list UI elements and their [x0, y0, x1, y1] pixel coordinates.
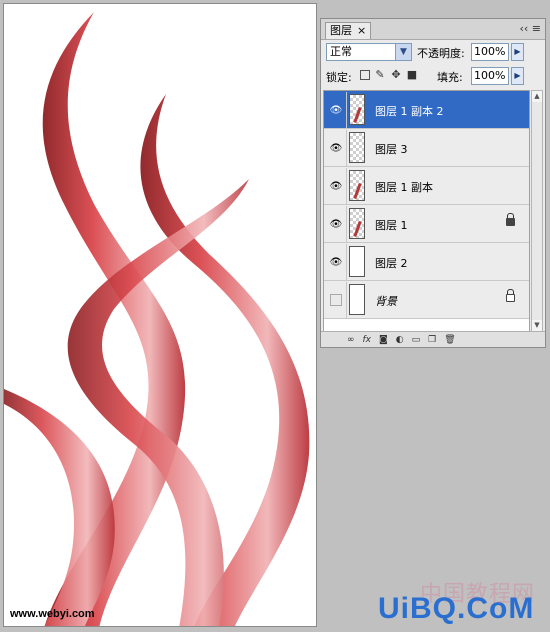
red-tendrils-artwork	[4, 12, 310, 626]
chevron-down-icon: ▼	[395, 44, 411, 60]
panel-menu-icon[interactable]: ‹‹ ≡	[519, 22, 541, 36]
layer-row[interactable]: 背景	[324, 281, 529, 319]
layer-row[interactable]: 👁 图层 1 副本	[324, 167, 529, 205]
new-layer-icon[interactable]: ❐	[428, 335, 436, 345]
opacity-label: 不透明度:	[417, 47, 465, 60]
fill-slider-button[interactable]: ▶	[511, 67, 524, 85]
layers-panel: 图层 × ‹‹ ≡ 正常 ▼ 不透明度: 100% ▶ 锁定: ✎ ✥ ■ 填充…	[320, 18, 546, 348]
scroll-down-icon[interactable]: ▼	[532, 320, 542, 331]
lock-move-icon[interactable]: ✥	[390, 69, 402, 81]
layer-thumbnail	[349, 132, 365, 163]
blend-opacity-row: 正常 ▼ 不透明度: 100% ▶	[326, 43, 544, 63]
opacity-slider-button[interactable]: ▶	[511, 43, 524, 61]
tab-layers-label: 图层	[330, 24, 352, 37]
layer-row[interactable]: 👁 图层 1 副本 2	[324, 91, 529, 129]
layer-thumbnail	[349, 246, 365, 277]
blend-mode-select[interactable]: 正常 ▼	[326, 43, 412, 61]
blend-mode-value: 正常	[330, 45, 352, 58]
fx-icon[interactable]: fx	[363, 335, 372, 345]
layer-thumbnail	[349, 94, 365, 125]
lock-fill-row: 锁定: ✎ ✥ ■ 填充: 100% ▶	[326, 67, 544, 87]
layer-name: 图层 2	[375, 257, 408, 270]
lock-brush-icon[interactable]: ✎	[374, 69, 386, 81]
opacity-input[interactable]: 100%	[471, 43, 509, 61]
close-icon[interactable]: ×	[357, 23, 366, 39]
lock-transparency-icon[interactable]	[360, 70, 370, 80]
layer-name: 图层 1 副本	[375, 181, 433, 194]
lock-label: 锁定:	[326, 71, 352, 84]
adjustment-icon[interactable]: ◐	[396, 335, 404, 345]
layer-row[interactable]: 👁 图层 2	[324, 243, 529, 281]
lock-icon	[506, 213, 515, 226]
visibility-toggle[interactable]	[326, 282, 347, 318]
folder-icon[interactable]: ▭	[412, 335, 421, 345]
layers-scrollbar[interactable]: ▲ ▼	[531, 90, 543, 332]
lock-all-icon[interactable]: ■	[406, 69, 418, 81]
tendril-4	[4, 389, 115, 626]
layer-thumbnail	[349, 170, 365, 201]
lock-options: ✎ ✥ ■	[360, 69, 418, 81]
layer-thumbnail	[349, 284, 365, 315]
mask-icon[interactable]: ◙	[379, 335, 388, 345]
eye-icon[interactable]: 👁	[326, 168, 347, 204]
layer-row[interactable]: 👁 图层 1	[324, 205, 529, 243]
eye-icon[interactable]: 👁	[326, 206, 347, 242]
trash-icon[interactable]: 🗑	[444, 335, 455, 345]
layers-list: 👁 图层 1 副本 2 👁 图层 3 👁 图层 1 副本 👁 图层 1 👁 图层…	[323, 90, 530, 332]
eye-icon[interactable]: 👁	[326, 244, 347, 280]
eye-icon[interactable]: 👁	[326, 130, 347, 166]
layer-row[interactable]: 👁 图层 3	[324, 129, 529, 167]
layer-name: 图层 1	[375, 219, 408, 232]
layers-bottom-toolbar: ∞ fx ◙ ◐ ▭ ❐ 🗑	[321, 331, 545, 347]
tab-layers[interactable]: 图层 ×	[325, 22, 372, 39]
site-watermark: www.webyi.com	[10, 608, 95, 620]
watermark-english: UiBQ.CoM	[378, 592, 535, 625]
layer-name: 图层 3	[375, 143, 408, 156]
eye-icon[interactable]: 👁	[326, 92, 347, 128]
lock-icon	[506, 289, 515, 302]
link-icon[interactable]: ∞	[347, 335, 355, 345]
layer-name: 图层 1 副本 2	[375, 105, 444, 118]
scroll-up-icon[interactable]: ▲	[532, 91, 542, 102]
layer-thumbnail	[349, 208, 365, 239]
layer-name: 背景	[375, 295, 397, 308]
fill-label: 填充:	[437, 71, 463, 84]
document-canvas[interactable]: www.webyi.com	[3, 3, 317, 627]
panel-tab-bar: 图层 × ‹‹ ≡	[321, 19, 545, 40]
fill-input[interactable]: 100%	[471, 67, 509, 85]
